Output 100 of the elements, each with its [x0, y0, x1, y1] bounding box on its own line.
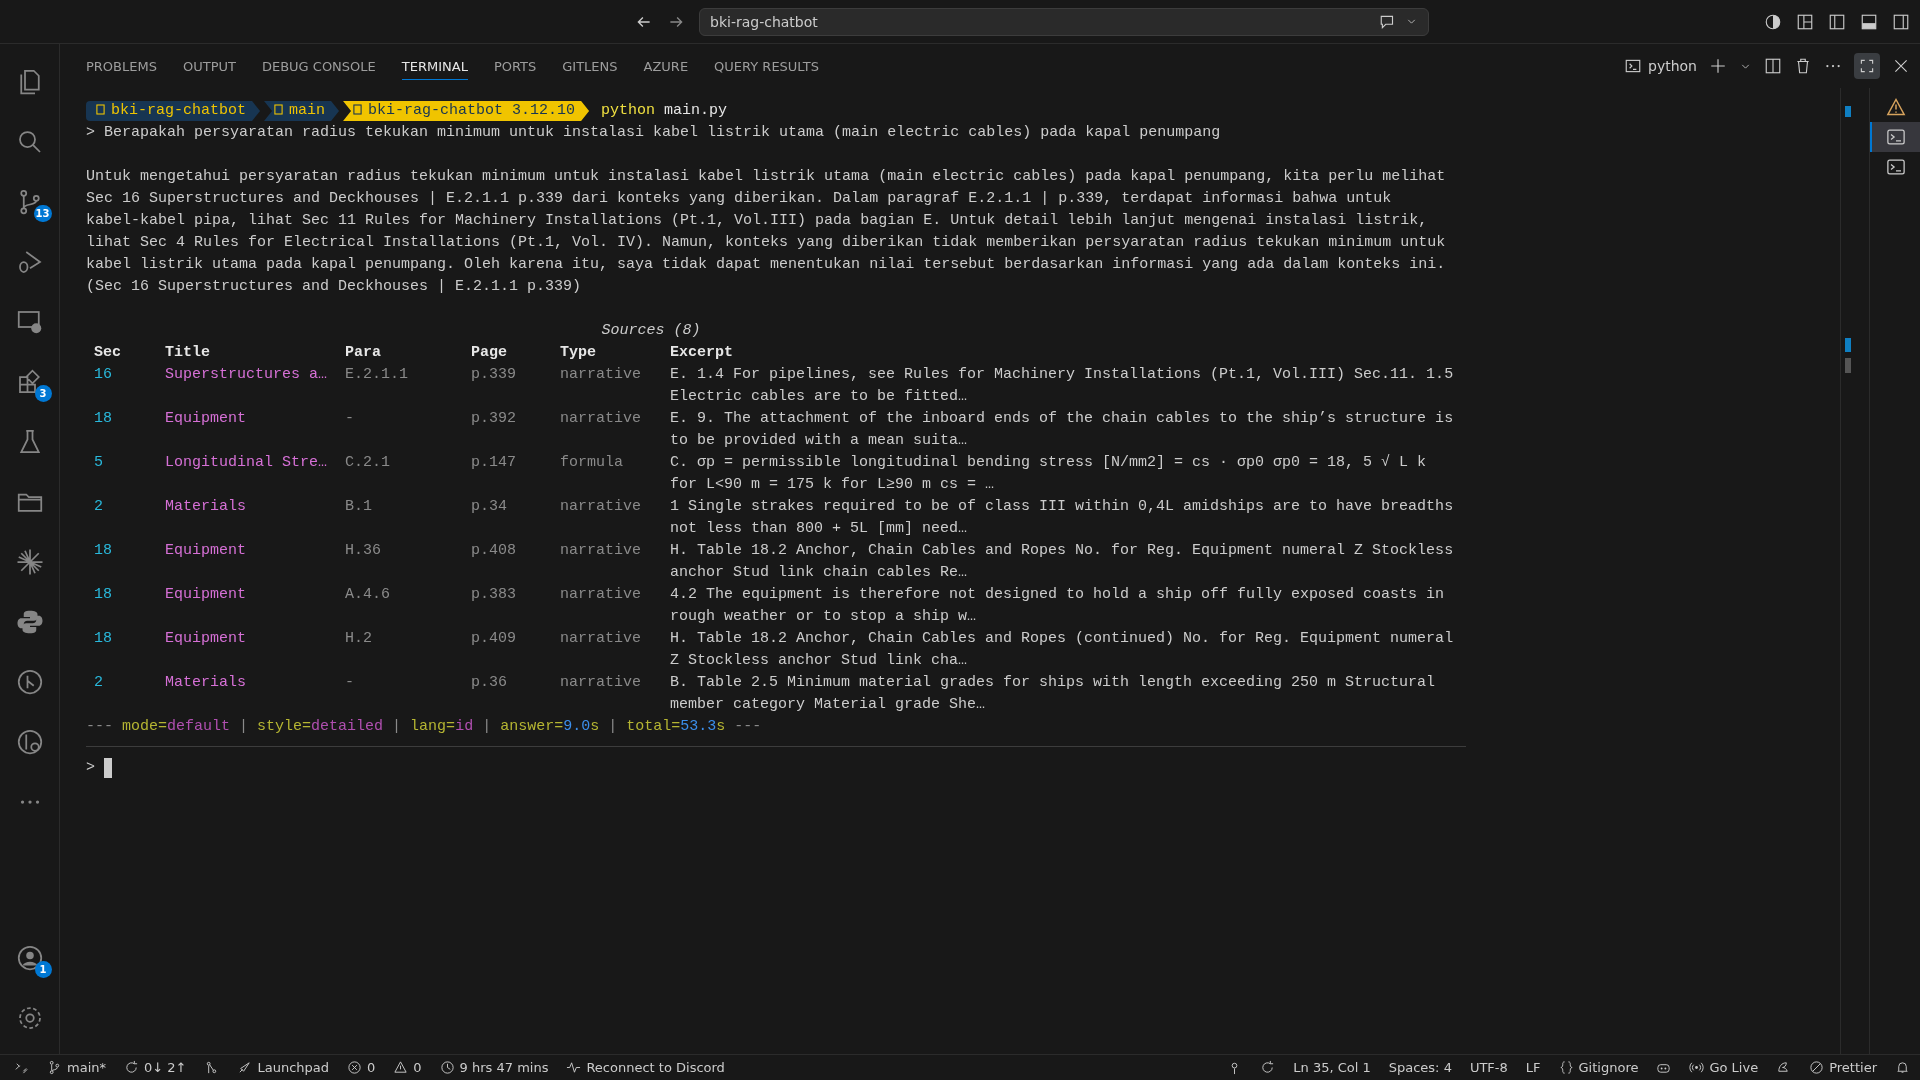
table-cell-text: p.147: [471, 453, 517, 473]
panel-tab[interactable]: PORTS: [493, 52, 537, 80]
column-header: Type: [560, 343, 597, 363]
sources-title: Sources (8): [601, 322, 701, 339]
panel-tab[interactable]: PROBLEMS: [86, 52, 157, 80]
plus-icon[interactable]: [1709, 57, 1727, 75]
prompt-segment: bki-rag-chatbot: [86, 101, 261, 121]
table-cell-text: H.36: [345, 541, 382, 561]
prompt-symbol: >: [86, 758, 95, 778]
table-cell-text: -: [345, 673, 355, 693]
table-cell-text: H. Table 18.2 Anchor, Chain Cables and Ropes No. for Reg. Equipment numeral Z Stockless anchor Stud link chain cables Re…: [670, 541, 1455, 583]
sidebar-toggle-icon[interactable]: [1828, 12, 1846, 31]
table-cell-text: 1 Single strakes required to be of class III within 0,4L amidships are to have breadths not less than 800 + 5L [mm] need…: [670, 497, 1455, 539]
command-argument: main.py: [664, 101, 728, 121]
plain-status-item[interactable]: Ln 35, Col 1: [1293, 1060, 1371, 1075]
split-icon[interactable]: [1764, 57, 1782, 75]
clock-icon: [439, 1060, 455, 1075]
table-cell-text: 2: [94, 673, 104, 693]
scroll-marker: [1845, 106, 1851, 117]
command-text: python: [601, 101, 656, 121]
pulse-status-item[interactable]: Reconnect to Discord: [566, 1060, 725, 1075]
prompt-segment: bki-rag-chatbot 3.12.10: [343, 101, 590, 121]
panel-tab[interactable]: QUERY RESULTS: [714, 52, 819, 80]
table-cell-text: narrative: [560, 497, 642, 517]
panel-tab[interactable]: DEBUG CONSOLE: [261, 52, 376, 80]
broadcast-icon: [1689, 1060, 1705, 1075]
table-cell-text: E. 1.4 For pipelines, see Rules for Machinery Installations (Pt.1, Vol.III) Sec.11. 1.5 Electric cables are to be fitted…: [670, 365, 1455, 407]
column-header: Title: [165, 343, 211, 363]
plain-status-item[interactable]: LF: [1525, 1060, 1541, 1075]
launchpad-status-item[interactable]: Launchpad: [237, 1060, 329, 1075]
table-cell-text: narrative: [560, 541, 642, 561]
table-cell-text: narrative: [560, 673, 642, 693]
table-cell-text: p.383: [471, 585, 517, 605]
table-cell-text: Equipment: [165, 541, 247, 561]
panel-tab[interactable]: GITLENS: [562, 52, 618, 80]
file-icon: [353, 104, 363, 115]
scrollbar-thumb[interactable]: [1845, 358, 1851, 373]
file-icon: [274, 104, 284, 115]
braces-icon: [1558, 1060, 1574, 1075]
table-cell-text: 2: [94, 497, 104, 517]
plain-status-item[interactable]: UTF-8: [1469, 1060, 1508, 1075]
table-cell-text: p.36: [471, 673, 508, 693]
maximize-icon[interactable]: [1854, 53, 1880, 79]
table-cell-text: narrative: [560, 409, 642, 429]
table-cell-text: p.408: [471, 541, 517, 561]
terminal-icon: [1624, 57, 1642, 75]
table-cell-text: 16: [94, 365, 113, 385]
pulse-icon: [566, 1060, 582, 1075]
column-header: Excerpt: [670, 343, 734, 363]
panel-tab[interactable]: AZURE: [643, 52, 689, 80]
panel-tab[interactable]: TERMINAL: [401, 52, 468, 80]
table-cell-text: E. 9. The attachment of the inboard ends of the chain cables to the ship’s structure is to be provided with a mean suita…: [670, 409, 1455, 451]
table-cell-text: Equipment: [165, 585, 247, 605]
prettier-icon: [1809, 1060, 1825, 1075]
table-cell-text: 18: [94, 585, 113, 605]
close-icon[interactable]: [1892, 57, 1910, 75]
table-cell-text: p.392: [471, 409, 517, 429]
command-center-search[interactable]: bki-rag-chatbot: [699, 7, 1429, 36]
column-header: Sec: [94, 343, 122, 363]
layout-icon[interactable]: [1796, 12, 1814, 31]
file-icon: [96, 104, 105, 115]
table-cell-text: -: [345, 409, 355, 429]
secondary-sidebar-icon[interactable]: [1892, 12, 1910, 31]
terminal-profile-button[interactable]: python: [1624, 57, 1697, 75]
prettier-status-item[interactable]: Prettier: [1809, 1060, 1877, 1075]
broadcast-status-item[interactable]: Go Live: [1689, 1060, 1759, 1075]
table-cell-text: narrative: [560, 629, 642, 649]
table-cell-text: C.2.1: [345, 453, 391, 473]
sync-status-item[interactable]: 0↓ 2↑: [124, 1060, 187, 1075]
branch-status-item[interactable]: main*: [47, 1060, 106, 1075]
table-cell-text: narrative: [560, 585, 642, 605]
table-cell-text: Materials: [165, 497, 247, 517]
table-cell-text: Superstructures a…: [165, 365, 329, 385]
count-badge: 3: [34, 385, 52, 402]
panel-tab[interactable]: OUTPUT: [182, 52, 236, 80]
table-cell-text: Equipment: [165, 409, 247, 429]
branch-icon: [47, 1060, 62, 1075]
terminal-icon[interactable]: [1870, 122, 1920, 152]
launchpad-icon: [237, 1060, 253, 1075]
braces-status-item[interactable]: Gitignore: [1558, 1060, 1639, 1075]
half-circle-icon[interactable]: [1764, 12, 1782, 31]
count-badge: 13: [33, 205, 52, 222]
panel-toggle-icon[interactable]: [1860, 12, 1878, 31]
errors-status-item[interactable]: 0: [347, 1060, 376, 1075]
errors-icon: [347, 1060, 362, 1075]
trash-icon[interactable]: [1794, 57, 1812, 75]
table-cell-text: p.339: [471, 365, 517, 385]
table-cell-text: E.2.1.1: [345, 365, 409, 385]
plain-status-item[interactable]: Spaces: 4: [1388, 1060, 1452, 1075]
table-cell-text: p.34: [471, 497, 508, 517]
table-cell-text: H.2: [345, 629, 373, 649]
clock-status-item[interactable]: 9 hrs 47 mins: [439, 1060, 549, 1075]
table-cell-text: A.4.6: [345, 585, 391, 605]
table-cell-text: 18: [94, 629, 113, 649]
table-cell-text: Equipment: [165, 629, 247, 649]
warnings-status-item[interactable]: 0: [393, 1060, 422, 1075]
table-cell-text: p.409: [471, 629, 517, 649]
count-badge: 1: [34, 961, 52, 978]
warnings-icon: [393, 1060, 409, 1075]
prompt-segment: main: [264, 101, 340, 121]
